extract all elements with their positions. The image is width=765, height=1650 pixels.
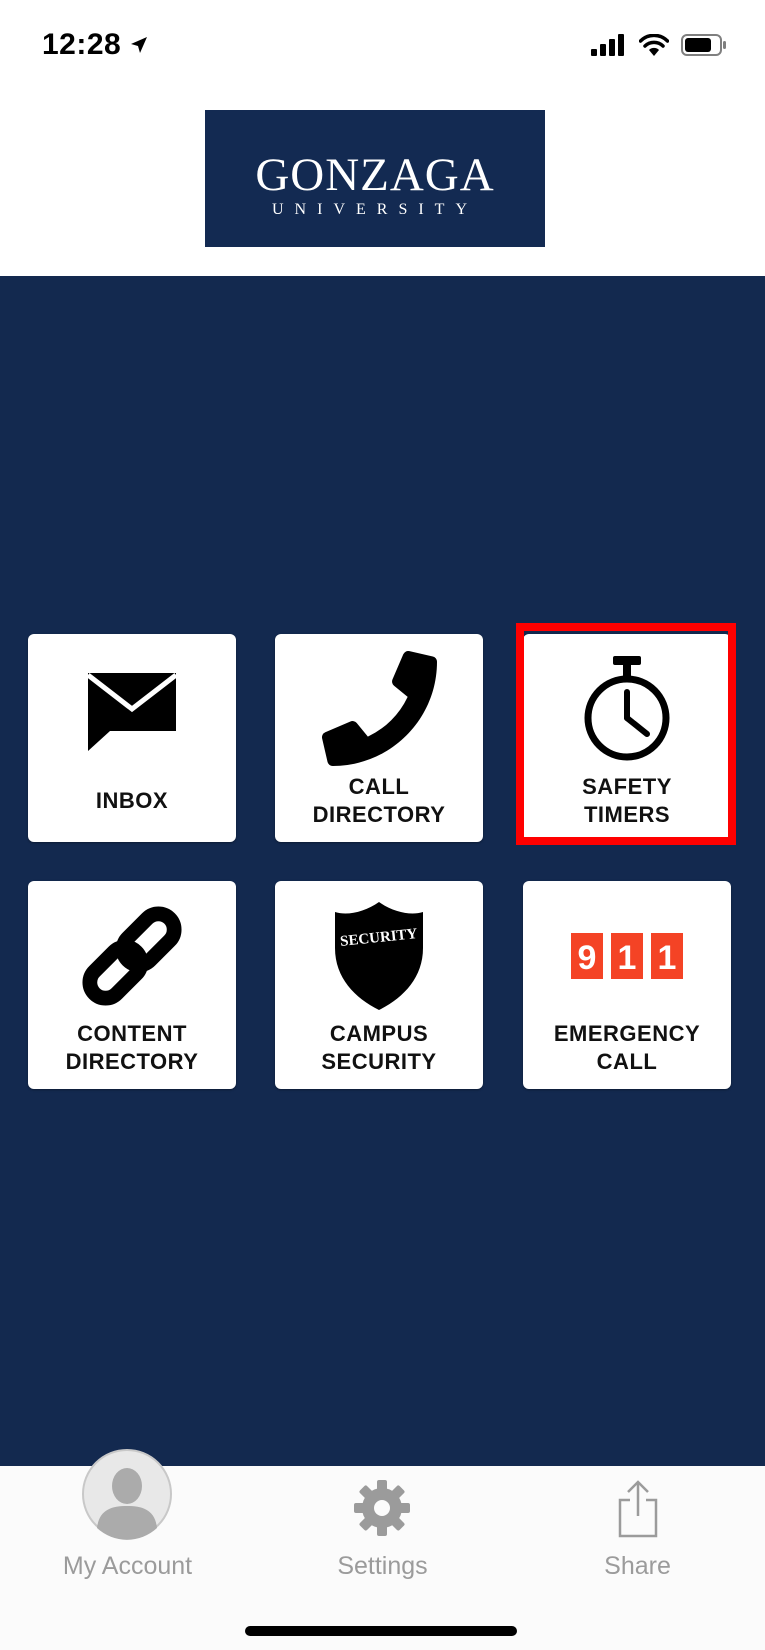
phone-icon [321,651,437,766]
tab-bar: My Account Settings Share [0,1449,765,1650]
home-indicator[interactable] [245,1626,517,1636]
tab-my-account-label: My Account [62,1552,193,1580]
campus-security-label: CAMPUS SECURITY [321,1021,437,1074]
campus-security-tile[interactable]: SECURITY CAMPUS SECURITY [275,881,483,1089]
gear-icon [354,1480,410,1536]
svg-text:1: 1 [658,939,677,977]
emergency-911-icon: 9 1 1 [571,932,683,979]
tab-share-label: Share [604,1552,671,1580]
tab-share[interactable]: Share [510,1466,765,1606]
call-directory-label: CALL DIRECTORY [312,774,446,827]
status-time: 12:28 [42,28,149,62]
cellular-signal-icon [591,34,624,56]
tab-settings-label: Settings [337,1552,428,1580]
svg-text:9: 9 [578,939,597,977]
content-directory-label: CONTENT DIRECTORY [65,1021,199,1074]
safety-timers-tile[interactable]: SAFETY TIMERS [523,634,731,842]
avatar-icon [82,1449,172,1540]
svg-text:1: 1 [618,939,637,977]
stopwatch-icon [584,655,670,760]
security-badge-icon: SECURITY [335,901,423,1010]
main-panel: INBOX CALL DIRECTORY SAFETY TIMERS CONTE… [0,276,765,1466]
call-directory-tile[interactable]: CALL DIRECTORY [275,634,483,842]
wifi-icon [639,34,669,56]
logo-main-text: GONZAGA [255,149,495,201]
emergency-call-tile[interactable]: 9 1 1 EMERGENCY CALL [523,881,731,1089]
gonzaga-logo: GONZAGA UNIVERSITY [205,110,545,247]
content-directory-tile[interactable]: CONTENT DIRECTORY [28,881,236,1089]
status-bar: 12:28 [0,0,765,100]
status-time-text: 12:28 [42,28,122,61]
battery-icon [681,34,726,56]
location-arrow-icon [131,37,148,53]
tab-settings[interactable]: Settings [255,1466,510,1606]
safety-timers-label: SAFETY TIMERS [582,774,672,827]
header: GONZAGA UNIVERSITY [0,100,765,276]
logo-sub-text: UNIVERSITY [272,201,478,218]
status-indicators [591,34,727,56]
link-icon [82,905,182,1006]
inbox-label: INBOX [95,788,169,813]
mail-icon [86,672,178,751]
tab-my-account[interactable]: My Account [0,1449,255,1606]
share-icon [618,1480,658,1538]
inbox-tile[interactable]: INBOX [28,634,236,842]
emergency-call-label: EMERGENCY CALL [553,1021,701,1074]
